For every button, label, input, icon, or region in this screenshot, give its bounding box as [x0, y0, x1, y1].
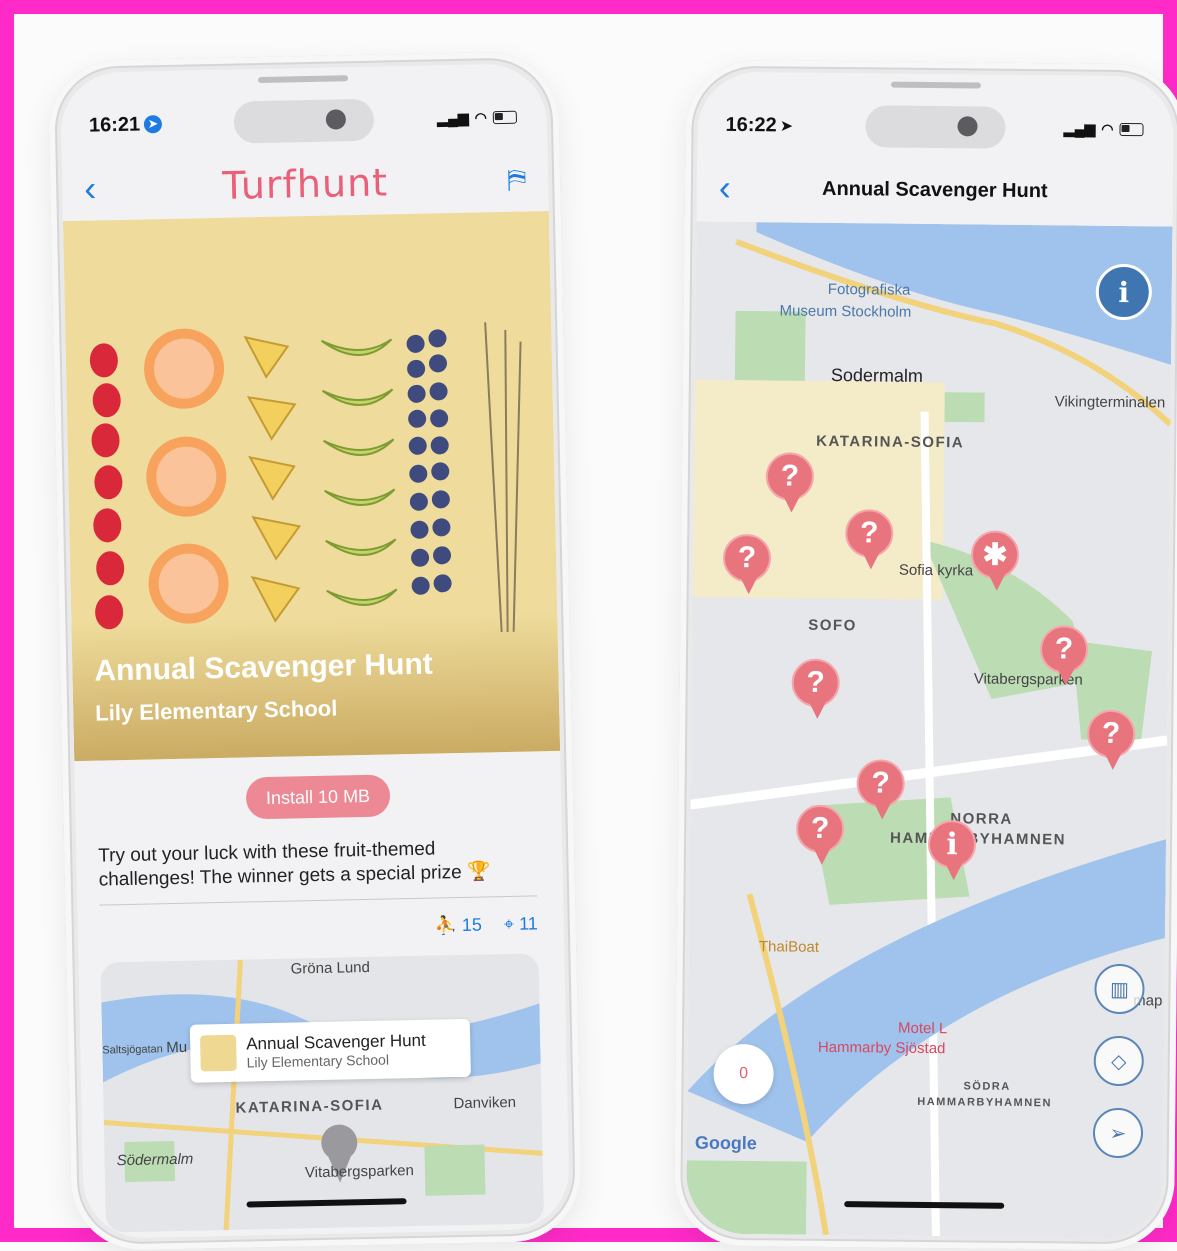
hunt-subtitle: Lily Elementary School — [94, 695, 338, 726]
map-label-hammarby-sjostad: Hammarby Sjöstad — [817, 1038, 946, 1058]
left-screen: 16:21 ➤ ▂▄▆ ◠ ‹ Turfhunt ⛿ Annual Scaven… — [59, 63, 571, 1239]
mini-map-label-danviken: Danviken — [453, 1093, 517, 1113]
map-label-vikingterminalen: Vikingterminalen — [1054, 393, 1166, 412]
install-button[interactable]: Install 10 MB — [245, 774, 391, 820]
challenge-pin[interactable]: ? — [765, 452, 818, 523]
pin-icon: ⌖ — [503, 913, 515, 935]
info-pin[interactable]: i — [927, 819, 981, 891]
signal-icon: ▂▄▆ — [437, 109, 469, 126]
hunt-description: Try out your luck with these fruit-theme… — [98, 838, 491, 891]
map-label-sodra-hammarbyhamnen: HAMMARBYHAMNEN — [917, 1095, 1053, 1110]
mini-map-label-mu: Mu — [166, 1038, 188, 1057]
status-time: 16:21 — [88, 113, 141, 137]
back-chevron-icon[interactable]: ‹ — [719, 167, 731, 208]
phone-left: 16:21 ➤ ▂▄▆ ◠ ‹ Turfhunt ⛿ Annual Scaven… — [47, 50, 583, 1251]
hunt-stats: ⛹ 15 ⌖ 11 — [434, 913, 538, 936]
challenge-pin[interactable]: ? — [845, 509, 898, 580]
map-label-sofo: SOFO — [808, 616, 857, 635]
brand-logo: Turfhunt — [221, 160, 389, 208]
wifi-icon: ◠ — [1101, 120, 1114, 137]
map-label-katarina-sofia: KATARINA-SOFIA — [816, 432, 965, 452]
navigate-icon[interactable]: ➢ — [1092, 1107, 1144, 1159]
completed-pin[interactable]: ✱ — [970, 530, 1024, 601]
signpost-icon[interactable]: ⛿ — [507, 163, 527, 195]
location-arrow-icon: ➤ — [143, 115, 163, 134]
locations-stat: ⌖ 11 — [503, 913, 538, 935]
participants-icon: ⛹ — [434, 915, 458, 936]
map-label-museum: Museum Stockholm — [779, 302, 912, 321]
challenge-pin[interactable]: ? — [1039, 625, 1093, 696]
map-label-sofia-kyrka: Sofia kyrka — [898, 561, 974, 580]
challenge-pin[interactable]: ? — [1086, 709, 1140, 781]
status-icons: ▂▄▆ ◠ — [1064, 120, 1144, 138]
map-label-fotografiska: Fotografiska — [827, 280, 911, 299]
nav-bar: ‹ Turfhunt ⛿ — [62, 151, 549, 217]
wifi-icon: ◠ — [474, 108, 488, 126]
challenge-pin[interactable]: ? — [856, 759, 909, 830]
map-callout[interactable]: Annual Scavenger Hunt Lily Elementary Sc… — [189, 1018, 471, 1083]
callout-thumbnail — [200, 1034, 237, 1072]
nav-bar: ‹ Annual Scavenger Hunt — [697, 160, 1174, 221]
info-icon[interactable]: i — [1095, 263, 1153, 321]
map-label-sodermalm: Sodermalm — [830, 364, 924, 386]
mini-map[interactable]: Gröna Lund Mu KATARINA-SOFIA Danviken Sö… — [100, 953, 545, 1233]
location-arrow-icon: ➤ — [780, 116, 793, 134]
status-time: 16:22 — [725, 113, 777, 136]
map-label-thaiboat: ThaiBoat — [758, 938, 820, 956]
battery-icon — [492, 110, 517, 124]
mini-map-label-grona-lund: Gröna Lund — [290, 958, 371, 978]
page-title: Annual Scavenger Hunt — [821, 177, 1048, 202]
status-bar: 16:22 ➤ ▂▄▆ ◠ — [725, 110, 1144, 144]
map-label-motel-l: Motel L — [898, 1019, 948, 1038]
hero-image: Annual Scavenger Hunt Lily Elementary Sc… — [62, 211, 561, 762]
mini-map-graphic — [100, 953, 545, 1233]
callout-subtitle: Lily Elementary School — [246, 1051, 390, 1071]
speaker — [890, 81, 981, 89]
battery-icon — [1119, 122, 1144, 136]
participants-stat: ⛹ 15 — [434, 914, 483, 936]
hunt-title: Annual Scavenger Hunt — [94, 647, 434, 688]
challenge-pin[interactable]: ? — [722, 533, 776, 605]
status-bar: 16:21 ➤ ▂▄▆ ◠ — [89, 102, 518, 141]
signal-icon: ▂▄▆ — [1063, 119, 1096, 137]
challenge-pin[interactable]: ? — [795, 804, 849, 876]
status-icons: ▂▄▆ ◠ — [437, 108, 517, 127]
right-screen: 16:22 ➤ ▂▄▆ ◠ ‹ Annual Scavenger Hunt Fo… — [685, 71, 1175, 1239]
divider — [99, 895, 538, 906]
mini-map-label-katarina-sofia: KATARINA-SOFIA — [235, 1096, 384, 1117]
compass-icon[interactable]: ◇ — [1093, 1035, 1145, 1087]
map-icon[interactable]: ▥ — [1094, 963, 1145, 1015]
challenge-pin[interactable]: ? — [791, 658, 844, 730]
mini-map-label-vitabergsparken: Vitabergsparken — [304, 1162, 415, 1182]
phone-right: 16:22 ➤ ▂▄▆ ◠ ‹ Annual Scavenger Hunt Fo… — [673, 59, 1177, 1251]
mini-map-label-saltsjogatan: Saltsjögatan — [102, 1043, 163, 1057]
back-chevron-icon[interactable]: ‹ — [84, 167, 97, 208]
speaker — [257, 75, 349, 84]
map-label-sodra: SÖDRA — [963, 1080, 1011, 1093]
callout-title: Annual Scavenger Hunt — [246, 1030, 426, 1054]
hunt-map[interactable]: Fotografiska Museum Stockholm Sodermalm … — [685, 221, 1173, 1239]
zero-counter-button[interactable]: 0 — [713, 1043, 774, 1105]
google-logo: Google — [694, 1132, 757, 1154]
mini-map-label-sodermalm: Södermalm — [116, 1150, 194, 1170]
